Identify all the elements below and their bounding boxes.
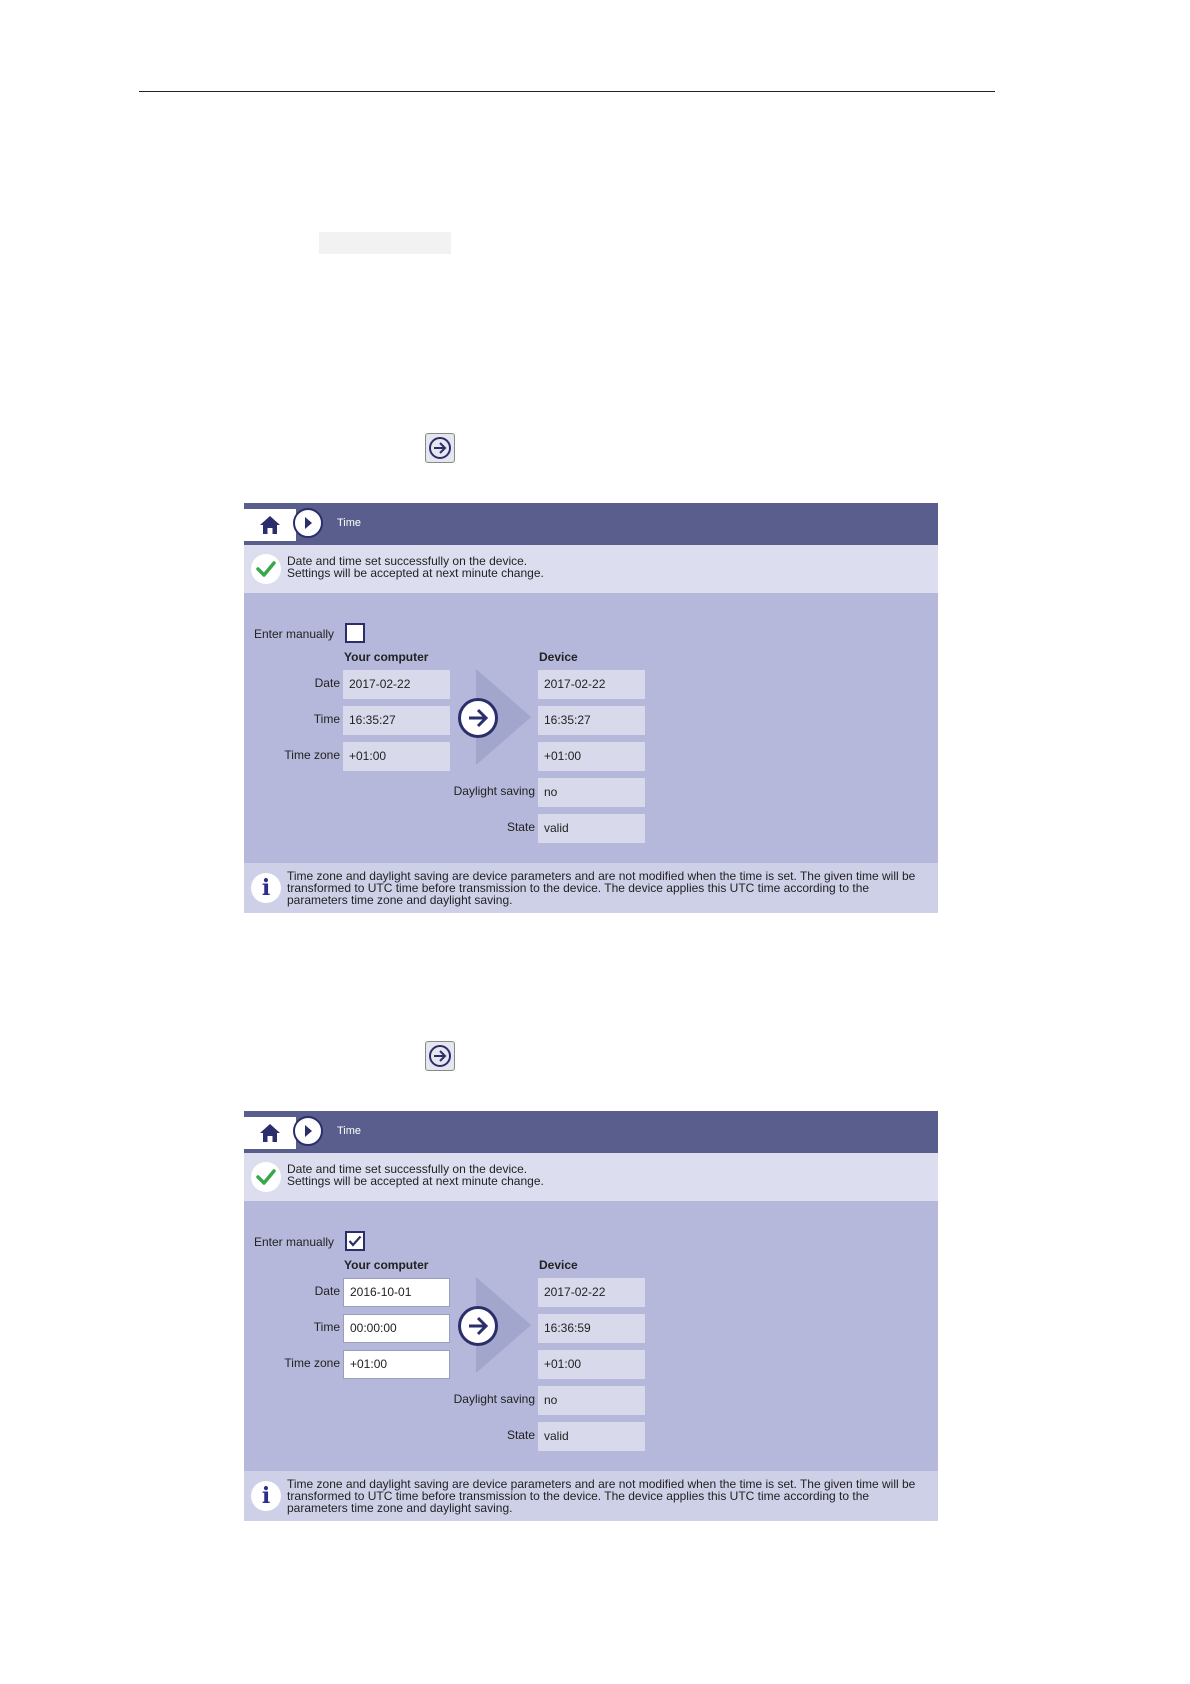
transfer-time-button[interactable] (458, 1306, 498, 1346)
info-icon: i (251, 873, 281, 903)
page-top-rule (139, 91, 995, 92)
transfer-button-reference-icon (425, 1041, 455, 1071)
device-timezone-field: +01:00 (538, 742, 645, 771)
computer-timezone-field: +01:00 (343, 742, 450, 771)
check-icon (251, 1162, 281, 1192)
device-column-header: Device (539, 1258, 578, 1272)
daylight-saving-label: Daylight saving (453, 1392, 535, 1406)
transfer-time-button[interactable] (458, 698, 498, 738)
success-message-line2: Settings will be accepted at next minute… (287, 1174, 544, 1188)
panel-header: Time (244, 503, 938, 545)
computer-time-input[interactable]: 00:00:00 (343, 1314, 450, 1343)
computer-time-field: 16:35:27 (343, 706, 450, 735)
arrow-right-circle-icon (469, 1316, 489, 1336)
info-bar: i Time zone and daylight saving are devi… (244, 1471, 938, 1521)
success-message-bar: Date and time set successfully on the de… (244, 1153, 938, 1201)
nav-forward-button[interactable] (293, 1116, 323, 1146)
daylight-saving-label: Daylight saving (453, 784, 535, 798)
device-state-field: valid (538, 814, 645, 843)
success-message-bar: Date and time set successfully on the de… (244, 545, 938, 593)
enter-manually-checkbox[interactable] (345, 623, 365, 643)
device-time-field: 16:36:59 (538, 1314, 645, 1343)
check-icon (251, 554, 281, 584)
info-bar: i Time zone and daylight saving are devi… (244, 863, 938, 913)
device-daylight-saving-field: no (538, 1386, 645, 1415)
page-title: Time (337, 517, 362, 529)
home-icon (260, 1124, 280, 1142)
page-title: Time (337, 1125, 362, 1137)
transfer-button-reference-icon (425, 433, 455, 463)
date-label: Date (314, 676, 340, 690)
timezone-label: Time zone (284, 1356, 340, 1370)
enter-manually-label: Enter manually (254, 1235, 335, 1249)
device-date-field: 2017-02-22 (538, 1278, 645, 1307)
chevron-right-icon (305, 1125, 312, 1137)
info-icon: i (251, 1481, 281, 1511)
computer-timezone-input[interactable]: +01:00 (343, 1350, 450, 1379)
time-label: Time (313, 1320, 340, 1334)
gray-placeholder-box (319, 232, 451, 254)
device-timezone-field: +01:00 (538, 1350, 645, 1379)
chevron-right-icon (305, 517, 312, 529)
device-time-field: 16:35:27 (538, 706, 645, 735)
state-label: State (506, 1428, 535, 1442)
time-panel-manual: Time Date and time set successfully on t… (244, 1111, 938, 1521)
success-message: Date and time set successfully on the de… (287, 1163, 544, 1187)
computer-date-field: 2017-02-22 (343, 670, 450, 699)
time-label: Time (313, 712, 340, 726)
home-button[interactable] (244, 1117, 296, 1149)
checkmark-icon (348, 1235, 362, 1247)
your-computer-column-header: Your computer (344, 1258, 429, 1272)
nav-forward-button[interactable] (293, 508, 323, 538)
enter-manually-label: Enter manually (254, 627, 335, 641)
arrow-right-circle-icon (469, 708, 489, 728)
home-button[interactable] (244, 509, 296, 541)
info-text: Time zone and daylight saving are device… (287, 1477, 916, 1515)
info-text: Time zone and daylight saving are device… (287, 869, 916, 907)
device-state-field: valid (538, 1422, 645, 1451)
date-label: Date (314, 1284, 340, 1298)
success-message: Date and time set successfully on the de… (287, 555, 544, 579)
device-daylight-saving-field: no (538, 778, 645, 807)
success-message-line2: Settings will be accepted at next minute… (287, 566, 544, 580)
time-panel-auto: Time Date and time set successfully on t… (244, 503, 938, 913)
device-date-field: 2017-02-22 (538, 670, 645, 699)
timezone-label: Time zone (284, 748, 340, 762)
device-column-header: Device (539, 650, 578, 664)
state-label: State (506, 820, 535, 834)
panel-header: Time (244, 1111, 938, 1153)
computer-date-input[interactable]: 2016-10-01 (343, 1278, 450, 1307)
your-computer-column-header: Your computer (344, 650, 429, 664)
home-icon (260, 516, 280, 534)
enter-manually-checkbox[interactable] (345, 1231, 365, 1251)
